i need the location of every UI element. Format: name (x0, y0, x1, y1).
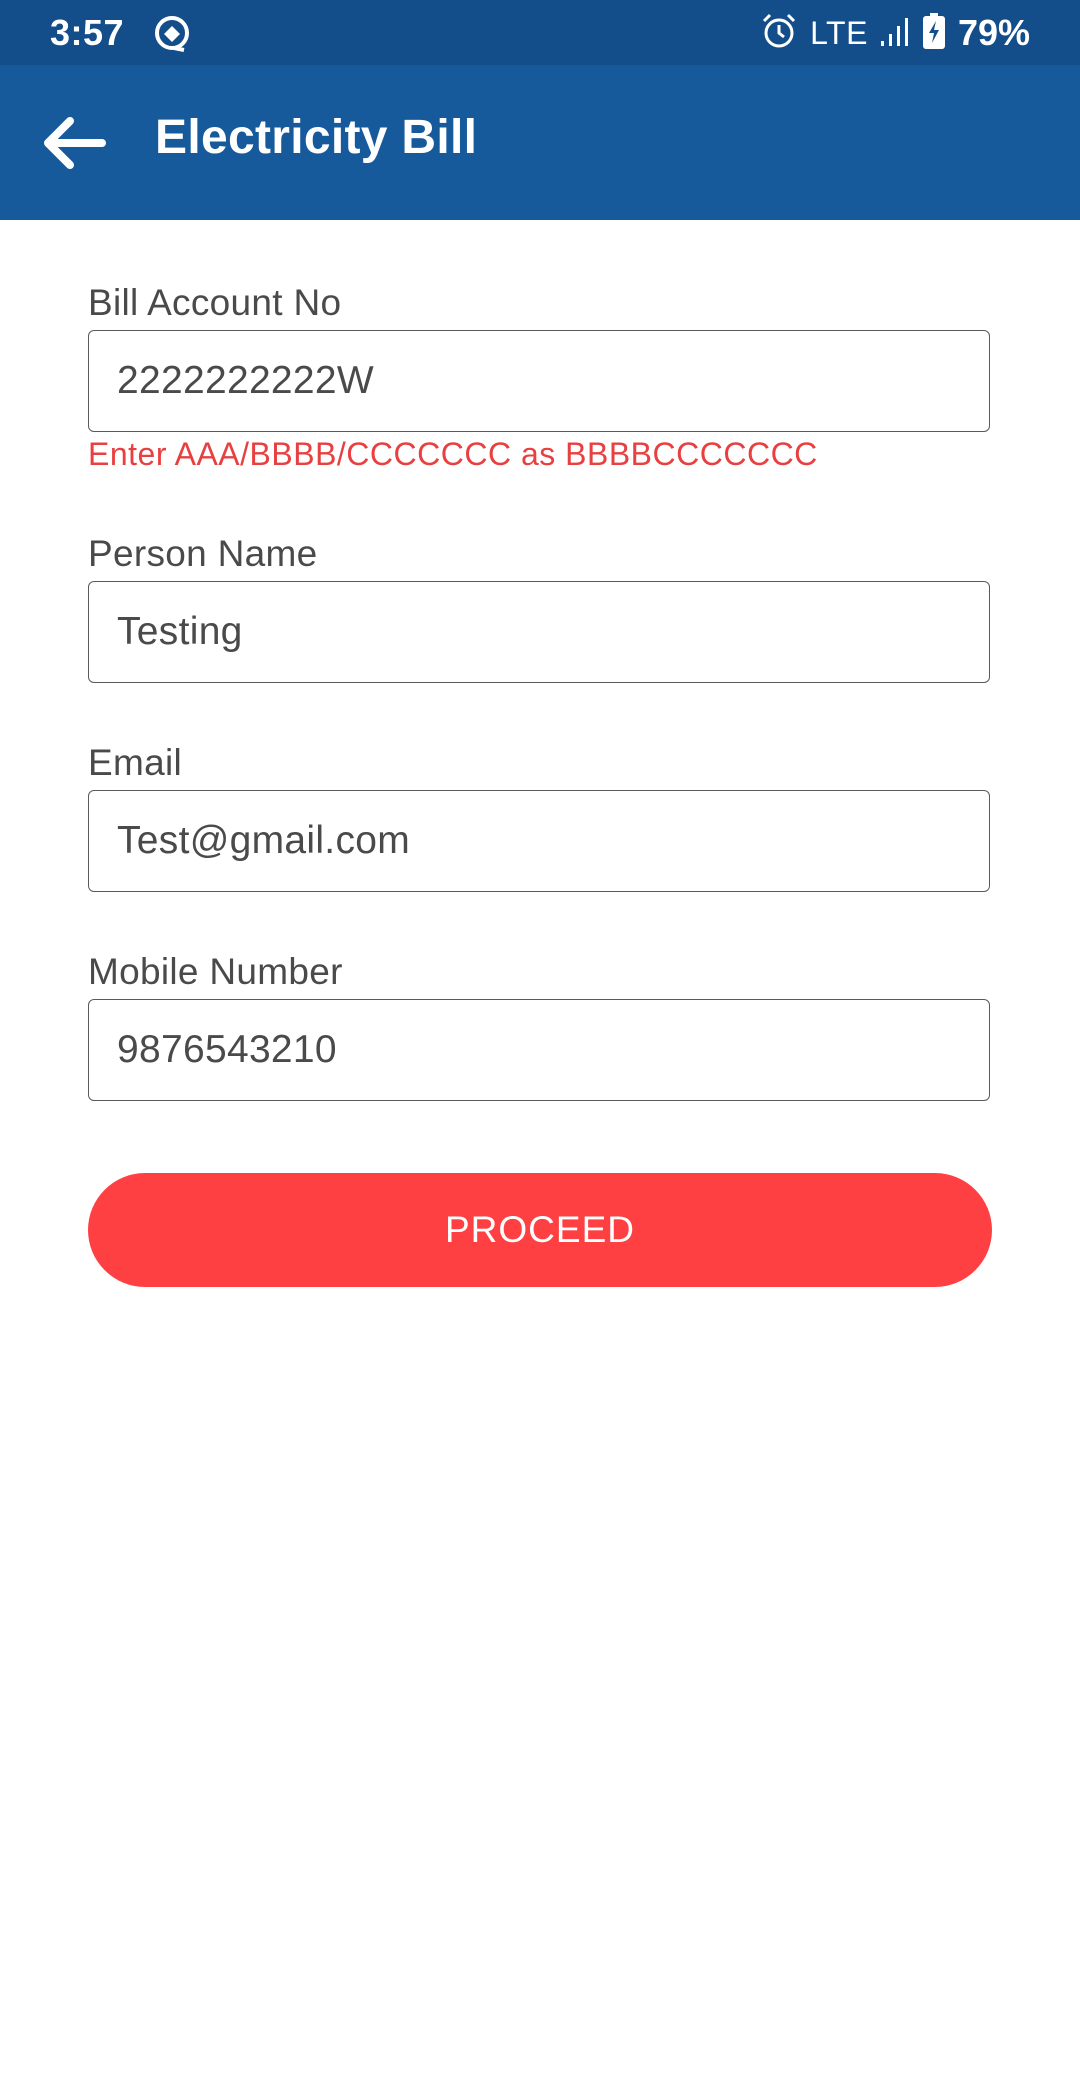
alarm-clock-icon (760, 12, 798, 55)
mobile-number-field[interactable] (88, 999, 990, 1101)
app-bar: Electricity Bill (0, 65, 1080, 220)
signal-bars-icon (880, 15, 910, 52)
arrow-left-icon (44, 117, 106, 169)
page-title: Electricity Bill (155, 111, 478, 164)
network-type: LTE (810, 14, 868, 51)
battery-percent: 79% (957, 12, 1030, 53)
status-bar: 3:57 LTE 79% (0, 0, 1080, 65)
mobile-number-label: Mobile Number (88, 951, 343, 992)
bill-account-field[interactable] (88, 330, 990, 432)
bill-account-input[interactable] (117, 331, 957, 431)
person-name-field[interactable] (88, 581, 990, 683)
email-field[interactable] (88, 790, 990, 892)
email-label: Email (88, 742, 183, 783)
back-button[interactable] (40, 113, 108, 173)
status-right-group: LTE 79% (760, 10, 1030, 56)
bill-account-label: Bill Account No (88, 282, 342, 323)
proceed-button[interactable]: PROCEED (88, 1173, 992, 1287)
person-name-label: Person Name (88, 533, 318, 574)
mobile-number-input[interactable] (117, 1000, 957, 1100)
status-time: 3:57 (50, 12, 125, 53)
quick-settings-app-icon (152, 14, 192, 54)
battery-charging-icon (922, 12, 946, 55)
bill-account-error: Enter AAA/BBBB/CCCCCCC as BBBBCCCCCCC (88, 436, 818, 472)
email-input[interactable] (117, 791, 957, 891)
person-name-input[interactable] (117, 582, 957, 682)
